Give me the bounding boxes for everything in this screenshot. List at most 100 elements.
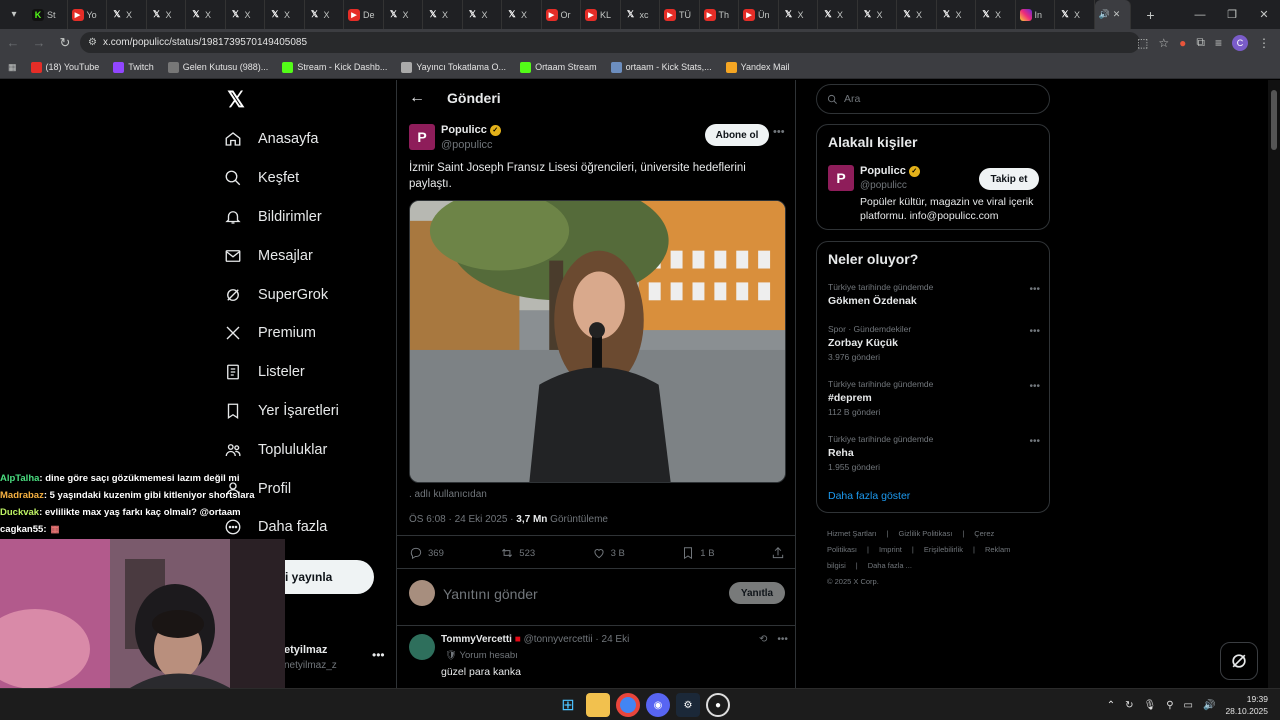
minimize-icon[interactable]: — bbox=[1184, 0, 1216, 29]
browser-tab[interactable]: 𝕏X bbox=[897, 0, 937, 29]
like-action[interactable]: 3 B bbox=[592, 546, 625, 560]
browser-tab[interactable]: ▶ Th bbox=[700, 0, 739, 29]
grok-small-icon[interactable]: ⟲ bbox=[759, 634, 767, 645]
browser-tab[interactable]: ▶ Yo bbox=[68, 0, 107, 29]
trend-item[interactable]: Türkiye tarihinde gündemde Gökmen Özdenak… bbox=[828, 282, 1040, 307]
bookmark-item[interactable]: Gelen Kutusu (988)... bbox=[167, 61, 268, 73]
browser-tab[interactable]: 𝕏X bbox=[147, 0, 186, 29]
browser-tab[interactable]: ▶ KL bbox=[581, 0, 621, 29]
browser-tab[interactable]: 𝕏X bbox=[779, 0, 818, 29]
author-avatar[interactable]: P bbox=[409, 124, 435, 150]
reload-icon[interactable]: ↻ bbox=[52, 35, 78, 51]
network-icon[interactable]: ▭ bbox=[1184, 700, 1193, 711]
follow-button[interactable]: Takip et bbox=[979, 168, 1039, 190]
grok-button[interactable] bbox=[1220, 642, 1258, 680]
post-more-icon[interactable]: ••• bbox=[773, 126, 785, 138]
bookmark-item[interactable]: (18) YouTube bbox=[30, 61, 99, 73]
media-source-caption[interactable]: . adlı kullanıcıdan bbox=[409, 489, 487, 500]
subscribe-button[interactable]: Abone ol bbox=[705, 124, 769, 146]
close-icon[interactable]: ✕ bbox=[1248, 0, 1280, 29]
menu-icon[interactable]: ⋮ bbox=[1258, 36, 1270, 50]
trend-more-icon[interactable]: ••• bbox=[1029, 326, 1040, 337]
forward-icon[interactable]: → bbox=[26, 35, 52, 50]
nav-item-bildirimler[interactable]: Bildirimler bbox=[222, 198, 339, 237]
repost-action[interactable]: 523 bbox=[500, 546, 535, 560]
reply-input[interactable]: Yanıtını gönder bbox=[443, 586, 538, 602]
share-action[interactable] bbox=[771, 546, 785, 560]
address-bar[interactable]: ⚙ x.com/populicc/status/1981739570149405… bbox=[80, 32, 1140, 53]
nav-item-anasayfa[interactable]: Anasayfa bbox=[222, 120, 339, 159]
volume-icon[interactable]: 🔊 bbox=[1203, 700, 1215, 711]
bookmark-item[interactable]: Twitch bbox=[113, 61, 154, 73]
browser-tab[interactable]: ▶ De bbox=[344, 0, 384, 29]
reply-avatar[interactable] bbox=[409, 634, 435, 660]
back-arrow-icon[interactable]: ← bbox=[409, 89, 425, 107]
show-more-link[interactable]: Daha fazla göster bbox=[828, 490, 910, 502]
browser-tab[interactable]: 𝕏X bbox=[976, 0, 1016, 29]
apps-grid-icon[interactable]: ▦ bbox=[8, 62, 17, 73]
nav-item-mesajlar[interactable]: Mesajlar bbox=[222, 236, 339, 275]
profile-avatar[interactable]: C bbox=[1232, 34, 1248, 51]
nav-item-listeler[interactable]: Listeler bbox=[222, 353, 339, 392]
browser-tab[interactable]: In bbox=[1016, 0, 1055, 29]
active-tab[interactable]: 🔊 ✕ bbox=[1094, 0, 1131, 29]
file-explorer-icon[interactable] bbox=[586, 693, 610, 717]
footer-link[interactable]: Erişilebilirlik bbox=[924, 545, 963, 554]
maximize-icon[interactable]: ❐ bbox=[1216, 0, 1248, 29]
tray-app-icon[interactable]: ↻ bbox=[1125, 700, 1133, 711]
nav-item-yer-i-aretleri[interactable]: Yer İşaretleri bbox=[222, 392, 339, 431]
nav-item-supergrok[interactable]: SuperGrok bbox=[222, 275, 339, 314]
browser-tab[interactable]: 𝕏X bbox=[107, 0, 147, 29]
bookmark-action[interactable]: 1 B bbox=[681, 546, 715, 560]
install-icon[interactable]: ⬚ bbox=[1137, 36, 1148, 50]
bookmark-item[interactable]: Yandex Mail bbox=[725, 61, 789, 73]
browser-tab[interactable]: 𝕏X bbox=[305, 0, 344, 29]
browser-tab[interactable]: 𝕏X bbox=[818, 0, 858, 29]
nav-item-premium[interactable]: Premium bbox=[222, 314, 339, 353]
tab-close-icon[interactable]: ✕ bbox=[1113, 9, 1121, 20]
footer-link[interactable]: Hizmet Şartları bbox=[827, 529, 877, 538]
reply-date[interactable]: · 24 Eki bbox=[595, 634, 629, 645]
post-video[interactable] bbox=[409, 200, 786, 483]
browser-tab[interactable]: 𝕏X bbox=[1055, 0, 1095, 29]
browser-tab[interactable]: 𝕏X bbox=[502, 0, 542, 29]
bookmark-item[interactable]: Stream - Kick Dashb... bbox=[282, 61, 387, 73]
post-time[interactable]: ÖS 6:08 · 24 Eki 2025 · bbox=[409, 514, 516, 525]
browser-tab[interactable]: 𝕏X bbox=[384, 0, 423, 29]
browser-tab[interactable]: 𝕏X bbox=[226, 0, 265, 29]
footer-link[interactable]: Daha fazla ... bbox=[868, 561, 912, 570]
nav-item-topluluklar[interactable]: Topluluklar bbox=[222, 430, 339, 469]
trend-more-icon[interactable]: ••• bbox=[1029, 436, 1040, 447]
account-more-icon[interactable]: ••• bbox=[372, 648, 385, 662]
browser-tab[interactable]: K St bbox=[28, 0, 68, 29]
browser-tab[interactable]: 𝕏X bbox=[186, 0, 226, 29]
tray-chevron-icon[interactable]: ⌃ bbox=[1107, 700, 1115, 711]
x-logo-icon[interactable]: 𝕏 bbox=[224, 88, 248, 112]
footer-link[interactable]: Imprint bbox=[879, 545, 902, 554]
scrollbar-thumb[interactable] bbox=[1271, 90, 1277, 150]
reply-more-icon[interactable]: ••• bbox=[777, 634, 788, 645]
media-control-icon[interactable]: ≡ bbox=[1215, 36, 1222, 50]
extensions-icon[interactable]: ⧉ bbox=[1196, 35, 1205, 50]
browser-tab[interactable]: ▶ Ün bbox=[739, 0, 779, 29]
trend-more-icon[interactable]: ••• bbox=[1029, 284, 1040, 295]
trend-more-icon[interactable]: ••• bbox=[1029, 381, 1040, 392]
trend-item[interactable]: Türkiye tarihinde gündemde Reha 1.955 gönd… bbox=[828, 434, 1040, 472]
star-icon[interactable]: ☆ bbox=[1158, 36, 1169, 50]
microphone-icon[interactable]: 🎙 bbox=[1144, 700, 1157, 711]
browser-tab[interactable]: 𝕏X bbox=[423, 0, 463, 29]
tab-search-icon[interactable]: ▾ bbox=[0, 0, 28, 29]
reply-action[interactable]: 369 bbox=[409, 546, 444, 560]
footer-link[interactable]: Gizlilik Politikası bbox=[899, 529, 953, 538]
site-info-icon[interactable]: ⚙ bbox=[88, 37, 97, 48]
browser-tab[interactable]: 𝕏X bbox=[937, 0, 976, 29]
bookmark-item[interactable]: Ortaam Stream bbox=[520, 61, 597, 73]
browser-tab[interactable]: 𝕏X bbox=[265, 0, 305, 29]
windows-start-icon[interactable]: ⊞ bbox=[556, 693, 580, 717]
obs-icon[interactable]: ● bbox=[706, 693, 730, 717]
steam-icon[interactable]: ⚙ bbox=[676, 693, 700, 717]
back-icon[interactable]: ← bbox=[0, 35, 26, 50]
browser-tab[interactable]: ▶ TÜ bbox=[660, 0, 700, 29]
page-scrollbar[interactable] bbox=[1268, 80, 1280, 688]
bookmark-item[interactable]: ortaam - Kick Stats,... bbox=[610, 61, 712, 73]
